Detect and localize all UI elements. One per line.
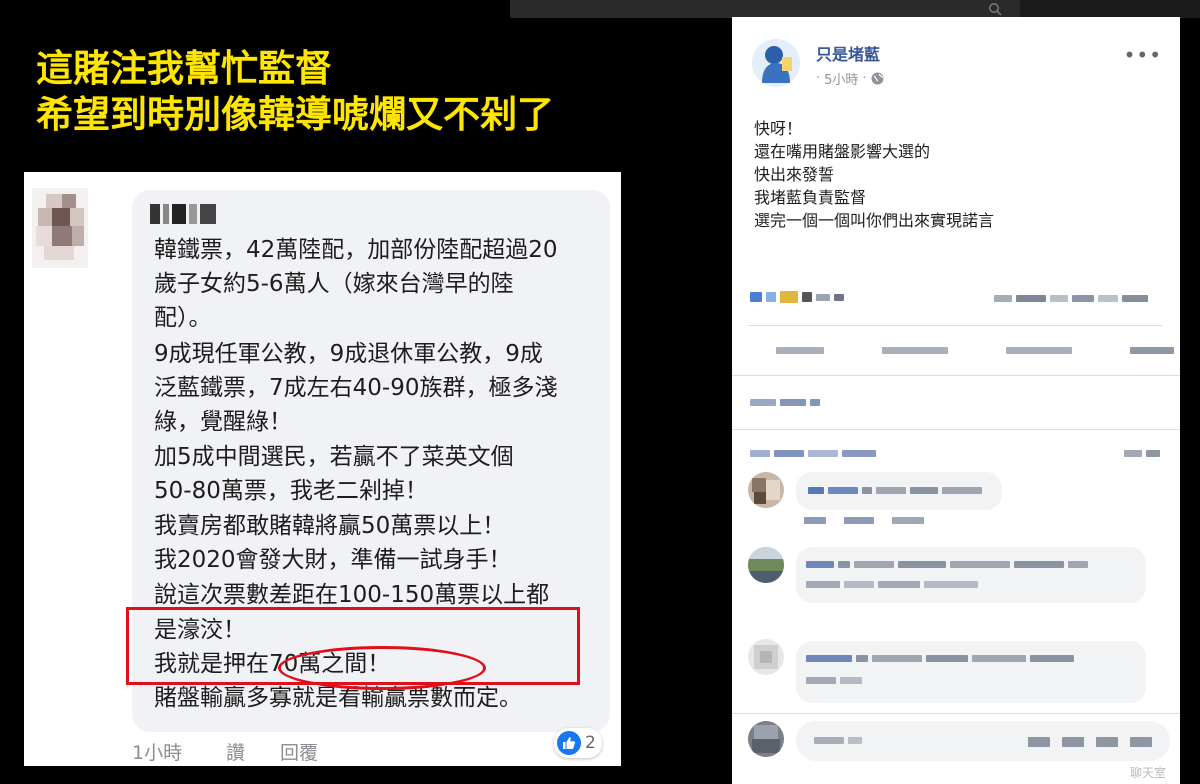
background-top-bar: [510, 0, 1200, 18]
comment-line: 加5成中間選民，若贏不了菜英文個: [154, 444, 514, 470]
post-line: 選完一個一個叫你們出來實現諾言: [754, 211, 995, 230]
blurred-commenter-avatar: [748, 472, 784, 508]
screenshot-collage: 這賭注我幫忙監督 希望到時別像韓導唬爛又不剁了 韓鐵票，42萬陸配，加部份陸配超…: [0, 0, 1200, 784]
separator-dot: ·: [862, 71, 867, 86]
comment-line: 配）。: [154, 305, 212, 331]
more-options-icon[interactable]: •••: [1124, 43, 1162, 67]
blurred-comment: [796, 641, 1146, 703]
comment-line: 韓鐵票，42萬陸配，加部份陸配超過20: [154, 237, 558, 263]
blurred-most-relevant-filter: [750, 399, 820, 406]
watermark: 聊天室: [1130, 766, 1167, 780]
divider: [732, 429, 1180, 430]
blurred-avatar: [32, 188, 88, 268]
post-line: 還在嘴用賭盤影響大選的: [754, 142, 931, 161]
comment-line: 泛藍鐵票，7成左右40-90族群，極多淺: [154, 375, 558, 401]
red-ellipse-highlight: [278, 646, 486, 690]
comment-line: 綠，覺醒綠！: [154, 409, 292, 435]
like-link[interactable]: 讚: [226, 738, 280, 765]
comment-line: 我賣房都敢賭韓將贏50萬票以上！: [154, 513, 506, 539]
post-line: 快呀！: [754, 119, 803, 138]
blurred-commenter-avatar: [748, 547, 784, 583]
comment-line: 歲子女約5-6萬人（嫁來台灣早的陸: [154, 271, 514, 297]
post-author-avatar[interactable]: [752, 39, 800, 87]
blurred-comment: [796, 472, 1002, 510]
divider: [732, 713, 1180, 714]
search-icon: [989, 3, 1002, 16]
divider: [732, 375, 1180, 376]
headline-line-2: 希望到時別像韓導唬爛又不剁了: [36, 93, 554, 136]
reply-link[interactable]: 回覆: [280, 738, 318, 765]
blurred-view-more: [750, 450, 876, 457]
reaction-count[interactable]: 2: [554, 728, 602, 758]
divider: [748, 325, 1162, 326]
blurred-commenter-name: [150, 202, 216, 226]
comment-screenshot: 韓鐵票，42萬陸配，加部份陸配超過20 歲子女約5-6萬人（嫁來台灣早的陸 配）…: [24, 172, 621, 766]
blurred-comment: [796, 547, 1146, 603]
comment-actions: 1小時 讚 回覆: [132, 738, 318, 765]
blurred-commenter-avatar: [748, 639, 784, 675]
headline: 這賭注我幫忙監督 希望到時別像韓導唬爛又不剁了: [36, 46, 554, 138]
post-line: 快出來發誓: [754, 165, 835, 184]
post-timestamp[interactable]: 5小時: [824, 69, 858, 88]
facebook-post: 只是堵藍 · 5小時 · ••• 快呀！ 還在嘴用賭盤影響大選的 快出來發誓 我…: [732, 17, 1180, 784]
headline-line-1: 這賭注我幫忙監督: [36, 47, 332, 90]
globe-icon: [871, 72, 884, 85]
post-line: 我堵藍負責監督: [754, 188, 867, 207]
background-search-box: [510, 0, 1020, 18]
comment-timestamp[interactable]: 1小時: [132, 738, 226, 765]
thumbs-up-icon: [557, 731, 581, 755]
comment-line: 50-80萬票，我老二剁掉！: [154, 478, 428, 504]
post-meta: · 5小時 ·: [816, 69, 884, 88]
write-comment-box[interactable]: [796, 721, 1170, 761]
post-author-name[interactable]: 只是堵藍: [816, 41, 880, 65]
comment-line: 9成現任軍公教，9成退休軍公教，9成: [154, 341, 543, 367]
like-count: 2: [585, 733, 596, 753]
blurred-comment-actions: [804, 517, 924, 524]
blurred-comment-count: [1124, 450, 1160, 457]
separator-dot: ·: [816, 71, 821, 86]
blurred-action-buttons: [776, 347, 1174, 354]
blurred-reaction-summary: [750, 291, 844, 303]
comment-line: 我2020會發大財，準備一試身手！: [154, 547, 512, 573]
post-body: 快呀！ 還在嘴用賭盤影響大選的 快出來發誓 我堵藍負責監督 選完一個一個叫你們出…: [754, 117, 994, 232]
blurred-my-avatar: [748, 721, 784, 757]
blurred-comment-share-counts: [994, 295, 1148, 302]
